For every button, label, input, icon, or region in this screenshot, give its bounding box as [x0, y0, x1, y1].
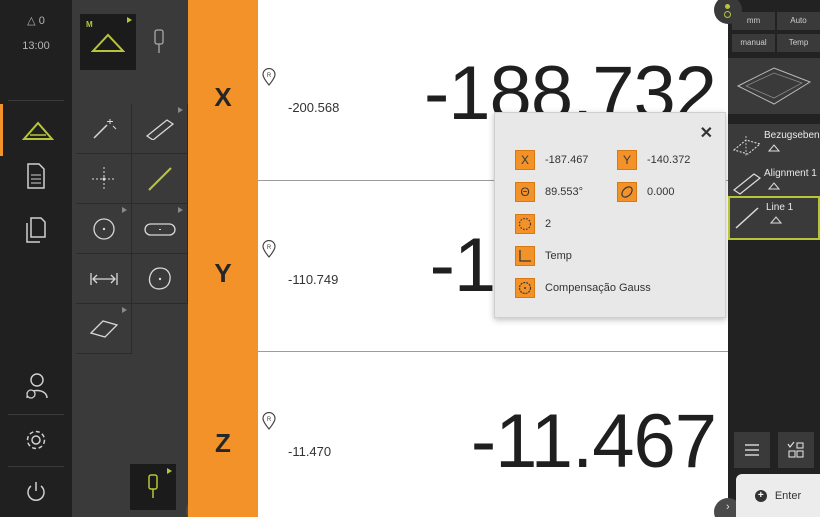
reference-pin-icon: R	[262, 240, 276, 258]
grid-select-icon	[787, 441, 804, 458]
line-icon	[147, 166, 172, 191]
mode-manual-button[interactable]: manual	[732, 34, 775, 52]
axis-label-x: X	[214, 82, 232, 112]
measure-circle-button[interactable]	[76, 204, 132, 254]
svg-text:R: R	[267, 417, 272, 423]
files-icon	[26, 217, 46, 243]
feature-item-line-selected[interactable]: Line 1	[728, 196, 820, 240]
measure-plane-button[interactable]	[76, 304, 132, 354]
plane-preview-icon	[736, 67, 812, 105]
sensor-probe-button[interactable]	[130, 464, 176, 510]
reference-value-z: -11.470	[288, 444, 332, 459]
measure-spacing-button[interactable]	[76, 254, 132, 304]
sensor-select-button[interactable]	[136, 14, 182, 70]
probe-icon	[154, 29, 164, 53]
measure-distance-button[interactable]	[132, 104, 188, 154]
document-icon	[27, 163, 45, 189]
measure-icon	[768, 144, 780, 152]
reference-value-x: -200.568	[288, 100, 340, 115]
plus-icon: +	[754, 489, 767, 502]
plane-icon	[89, 319, 118, 338]
power-icon	[27, 482, 45, 501]
menu-icon	[745, 444, 759, 456]
popup-form-value: 0.000	[647, 186, 675, 198]
measure-magic-button[interactable]	[76, 104, 132, 154]
popup-y-badge: Y	[617, 150, 637, 170]
measure-icon	[770, 216, 782, 224]
svg-text:R: R	[267, 245, 272, 251]
measure-slot-button[interactable]	[132, 204, 188, 254]
feature-label: Line 1	[766, 202, 794, 213]
measure-line-button[interactable]	[132, 154, 188, 204]
gear-icon	[26, 430, 46, 450]
axis-label-y: Y	[214, 258, 232, 288]
user-settings-icon	[26, 373, 48, 399]
report-menu-button[interactable]	[0, 150, 72, 202]
main-menu-rail: △ 0 13:00	[0, 0, 72, 517]
mode-temp-button[interactable]: Temp	[777, 34, 820, 52]
popup-angle-value: 89.553°	[545, 186, 584, 198]
row-divider	[258, 351, 728, 352]
angle-icon: Θ	[515, 182, 535, 202]
inspector-panel: mm Auto manual Temp Bezugsebene Alignmen…	[714, 0, 820, 517]
slot-icon	[143, 222, 176, 236]
feature-label: Alignment 1	[764, 168, 817, 179]
feature-details-popup: ✕ X -187.467 Y -140.372 Θ 89.553° 0.000 …	[494, 112, 726, 318]
enter-label: Enter	[774, 489, 802, 502]
user-login-button[interactable]	[0, 360, 72, 412]
unit-mm-button[interactable]: mm	[732, 12, 775, 30]
reference-plane-icon	[732, 136, 762, 156]
enter-button[interactable]: + Enter	[736, 474, 820, 517]
point-icon	[91, 166, 116, 191]
measure-point-button[interactable]	[76, 154, 132, 204]
form-error-icon	[617, 182, 637, 202]
coordinate-system-icon	[515, 246, 535, 266]
measure-icon	[768, 182, 780, 190]
power-button[interactable]	[0, 466, 72, 517]
alignment-icon	[732, 173, 762, 195]
axis-label-z: Z	[215, 428, 231, 458]
measure-mode-icon	[91, 33, 125, 52]
close-icon[interactable]: ✕	[700, 123, 713, 143]
file-manager-button[interactable]	[0, 204, 72, 256]
probe-icon	[148, 474, 158, 498]
axis-labels-column: X Y Z	[188, 0, 258, 517]
manual-measure-mode-button[interactable]: M	[80, 14, 136, 70]
mode-auto-button[interactable]: Auto	[777, 12, 820, 30]
reference-value-y: -110.749	[288, 272, 339, 287]
chevron-right-icon: ›	[726, 501, 730, 513]
popup-points-value: 2	[545, 218, 552, 230]
popup-filter: Compensação Gauss	[545, 282, 651, 294]
popup-coordinate-system: Temp	[545, 250, 572, 262]
status-counter: △ 0	[27, 15, 45, 27]
popup-x-value: -187.467	[545, 154, 589, 166]
distance-icon	[145, 118, 174, 140]
list-view-button[interactable]	[734, 432, 770, 468]
select-all-button[interactable]	[778, 432, 814, 468]
settings-button[interactable]	[0, 414, 72, 466]
rail-divider	[8, 100, 64, 101]
popup-x-badge: X	[515, 150, 535, 170]
measure-blob-button[interactable]	[132, 254, 188, 304]
filter-icon	[515, 278, 535, 298]
circle-icon	[92, 217, 115, 240]
width-icon	[89, 272, 118, 285]
popup-y-value: -140.372	[647, 154, 691, 166]
measure-icon	[21, 121, 54, 140]
tool-palette: M ‹	[72, 0, 216, 517]
reference-pin-icon: R	[262, 68, 276, 86]
magic-wand-icon	[92, 118, 116, 139]
status-time: 13:00	[22, 40, 50, 52]
svg-text:R: R	[267, 73, 272, 79]
points-icon	[515, 214, 535, 234]
measure-menu-button[interactable]	[0, 104, 72, 156]
line-icon	[735, 207, 759, 229]
preview-view[interactable]	[728, 58, 820, 114]
reference-pin-icon: R	[262, 412, 276, 430]
feature-label: Bezugsebene	[764, 130, 820, 141]
axis-value-z[interactable]: -11.467	[471, 398, 717, 485]
blob-icon	[148, 266, 171, 290]
